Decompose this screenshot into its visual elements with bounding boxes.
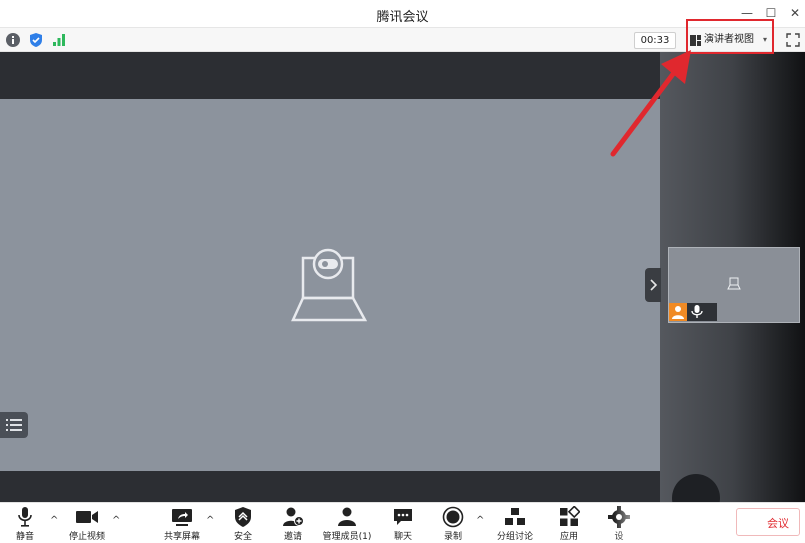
info-icon[interactable] bbox=[5, 32, 21, 48]
signal-icon[interactable] bbox=[51, 32, 67, 48]
breakout-icon bbox=[505, 508, 525, 525]
avatar-icon bbox=[672, 306, 684, 319]
mic-options-chevron[interactable]: ^ bbox=[50, 515, 58, 526]
share-screen-button[interactable]: 共享屏幕 bbox=[162, 503, 202, 543]
close-button[interactable]: ✕ bbox=[786, 4, 804, 22]
security-button[interactable]: 安全 bbox=[228, 503, 258, 543]
apps-label: 应用 bbox=[559, 532, 578, 542]
video-icon bbox=[76, 511, 98, 523]
chat-button[interactable]: 聊天 bbox=[388, 503, 418, 543]
fullscreen-icon[interactable] bbox=[785, 32, 801, 48]
apps-button[interactable]: 应用 bbox=[554, 503, 584, 543]
share-screen-label: 共享屏幕 bbox=[163, 532, 200, 542]
members-icon bbox=[338, 507, 356, 526]
invite-icon bbox=[283, 507, 304, 526]
record-options-chevron[interactable]: ^ bbox=[476, 515, 484, 526]
record-icon bbox=[442, 506, 464, 528]
invite-button[interactable]: 邀请 bbox=[278, 503, 308, 543]
sidebar-collapse-button[interactable] bbox=[645, 268, 661, 302]
end-meeting-button[interactable]: 会议 bbox=[736, 508, 800, 536]
stop-video-label: 停止视频 bbox=[68, 532, 105, 542]
security-label: 安全 bbox=[233, 532, 252, 542]
share-options-chevron[interactable]: ^ bbox=[206, 515, 214, 526]
video-options-chevron[interactable]: ^ bbox=[112, 515, 120, 526]
chat-label: 聊天 bbox=[393, 532, 412, 542]
share-icon bbox=[172, 509, 192, 526]
title-bar: 腾讯会议 — ☐ ✕ bbox=[0, 0, 805, 28]
avatar bbox=[669, 303, 687, 321]
security-icon bbox=[235, 507, 251, 527]
camera-placeholder-icon bbox=[291, 248, 367, 322]
chat-icon bbox=[394, 509, 412, 525]
mute-label: 静音 bbox=[15, 532, 34, 542]
apps-icon bbox=[560, 506, 580, 526]
record-button[interactable]: 录制 bbox=[438, 503, 468, 543]
mic-icon bbox=[18, 507, 32, 527]
shield-icon[interactable] bbox=[28, 32, 44, 48]
invite-label: 邀请 bbox=[283, 532, 302, 542]
list-icon bbox=[6, 419, 22, 431]
breakout-rooms-button[interactable]: 分组讨论 bbox=[494, 503, 536, 543]
mute-button[interactable]: 静音 bbox=[10, 503, 40, 543]
red-arrow-annotation bbox=[610, 50, 691, 157]
manage-members-button[interactable]: 管理成员(1) bbox=[320, 503, 374, 543]
mic-icon bbox=[691, 305, 703, 318]
record-label: 录制 bbox=[443, 532, 462, 542]
meeting-timer: 00:33 bbox=[634, 32, 676, 49]
bottom-toolbar: 静音 ^ 停止视频 ^ 共享屏幕 ^ 安全 邀请 管理成员(1) 聊天 录制 ^… bbox=[0, 502, 805, 543]
camera-placeholder-icon bbox=[727, 277, 741, 290]
end-meeting-label: 会议 bbox=[767, 517, 789, 530]
chevron-right-icon bbox=[650, 279, 658, 291]
stop-video-button[interactable]: 停止视频 bbox=[66, 503, 108, 543]
manage-members-label: 管理成员(1) bbox=[322, 532, 372, 542]
toolbar-fade-overlay bbox=[614, 503, 664, 543]
window-title: 腾讯会议 bbox=[376, 10, 429, 25]
highlight-box bbox=[686, 19, 774, 54]
member-list-toggle[interactable] bbox=[0, 412, 28, 438]
breakout-label: 分组讨论 bbox=[496, 532, 533, 542]
decorative-blur bbox=[672, 474, 720, 502]
